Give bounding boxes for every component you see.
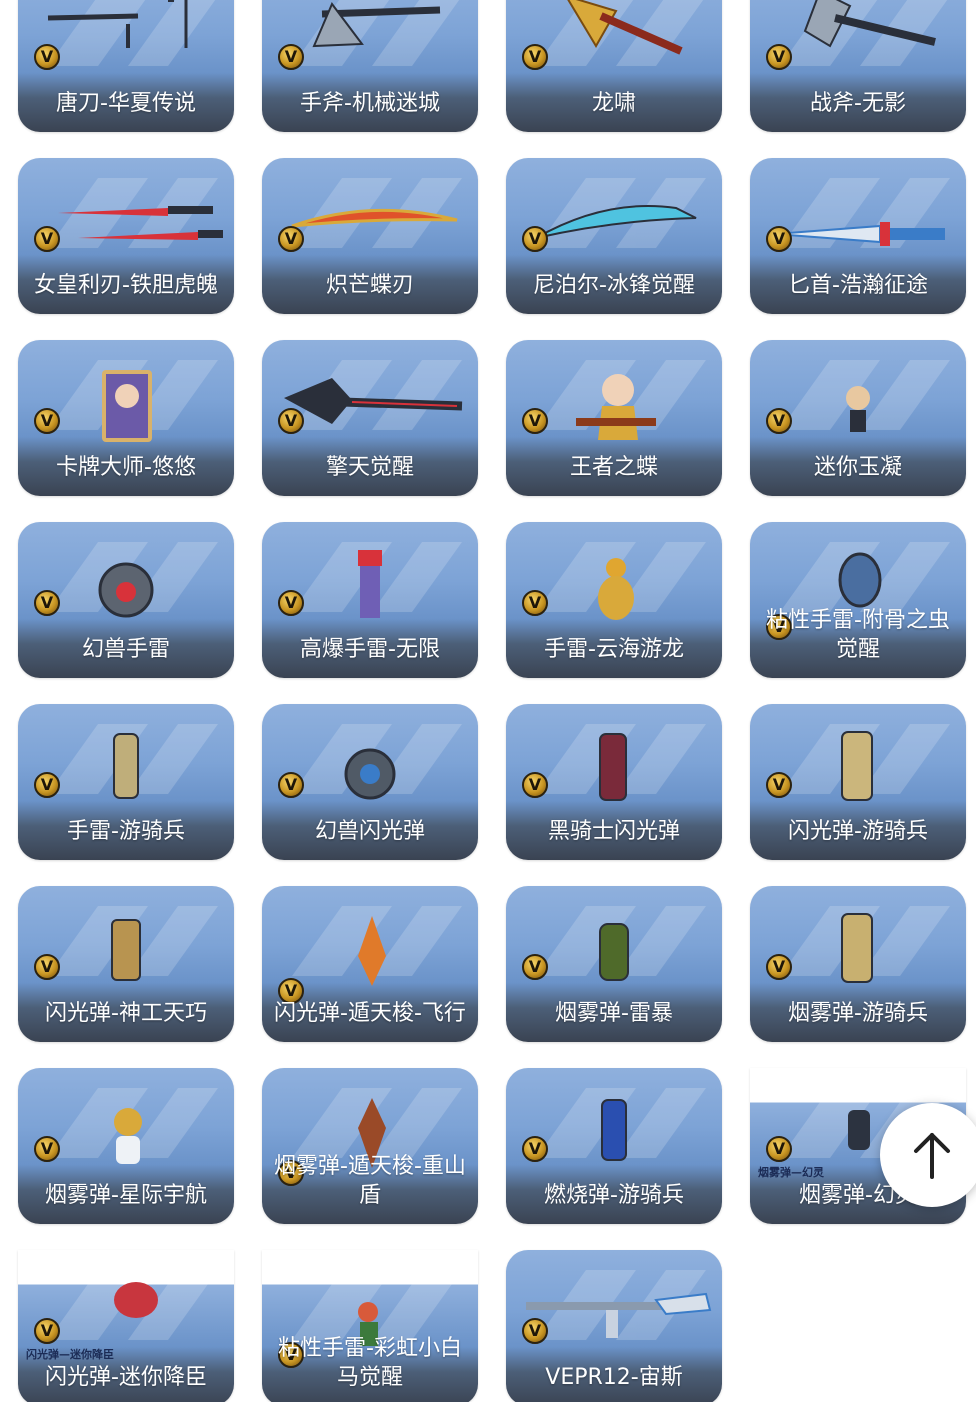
vip-badge-icon: V bbox=[34, 226, 60, 252]
item-label: 闪光弹-迷你降臣 bbox=[45, 1365, 207, 1390]
item-card[interactable]: V 幻兽手雷 bbox=[18, 522, 234, 678]
vip-badge-icon: V bbox=[278, 590, 304, 616]
vip-badge-icon: V bbox=[522, 44, 548, 70]
vip-badge-icon: V bbox=[34, 772, 60, 798]
vip-badge-icon: V bbox=[766, 1136, 792, 1162]
item-label: 闪光弹-游骑兵 bbox=[788, 819, 928, 844]
item-card[interactable]: V VEPR12-宙斯 bbox=[506, 1250, 722, 1402]
vip-badge-icon: V bbox=[34, 1136, 60, 1162]
item-card[interactable]: V 烟雾弹-雷暴 bbox=[506, 886, 722, 1042]
item-card[interactable]: V 闪光弹-遁天梭-飞行 bbox=[262, 886, 478, 1042]
item-card[interactable]: V 唐刀-华夏传说 bbox=[18, 0, 234, 132]
item-label: 烟雾弹-星际宇航 bbox=[45, 1183, 207, 1208]
item-card[interactable]: V 战斧-无影 bbox=[750, 0, 966, 132]
item-label: VEPR12-宙斯 bbox=[545, 1365, 683, 1390]
item-card[interactable]: V 闪光弹—迷你降臣闪光弹-迷你降臣 bbox=[18, 1250, 234, 1402]
vip-badge-icon: V bbox=[522, 954, 548, 980]
item-label: 烟雾弹-遁天梭-重山盾 bbox=[274, 1154, 466, 1208]
item-label: 燃烧弹-游骑兵 bbox=[544, 1183, 684, 1208]
item-label: 擎天觉醒 bbox=[325, 455, 414, 480]
item-card[interactable]: V 幻兽闪光弹 bbox=[262, 704, 478, 860]
tang-sword-icon bbox=[47, 0, 188, 48]
vip-badge-icon: V bbox=[522, 1318, 548, 1344]
item-label: 王者之蝶 bbox=[569, 455, 658, 480]
item-label: 手雷-游骑兵 bbox=[67, 819, 185, 844]
item-label: 烟雾弹-雷暴 bbox=[555, 1001, 673, 1026]
item-label: 战斧-无影 bbox=[810, 91, 906, 116]
item-label: 卡牌大师-悠悠 bbox=[56, 455, 196, 480]
item-label: 幻兽闪光弹 bbox=[314, 819, 425, 844]
item-label: 尼泊尔-冰锋觉醒 bbox=[533, 273, 695, 298]
item-label: 幻兽手雷 bbox=[81, 637, 170, 662]
vip-badge-icon: V bbox=[766, 44, 792, 70]
item-label: 粘性手雷-附骨之虫觉醒 bbox=[766, 608, 950, 662]
item-card[interactable]: V 匕首-浩瀚征途 bbox=[750, 158, 966, 314]
item-label: 闪光弹-神工天巧 bbox=[45, 1001, 207, 1026]
item-card[interactable]: V 女皇利刃-铁胆虎魄 bbox=[18, 158, 234, 314]
item-card[interactable]: V 手雷-云海游龙 bbox=[506, 522, 722, 678]
hand-axe-icon bbox=[312, 2, 441, 48]
battle-axe-icon bbox=[803, 0, 936, 48]
item-label: 黑骑士闪光弹 bbox=[547, 819, 680, 844]
item-card[interactable]: V 手雷-游骑兵 bbox=[18, 704, 234, 860]
item-card[interactable]: V 烟雾弹-游骑兵 bbox=[750, 886, 966, 1042]
item-label: 手雷-云海游龙 bbox=[544, 637, 684, 662]
item-card[interactable]: V 卡牌大师-悠悠 bbox=[18, 340, 234, 496]
item-label: 龙啸 bbox=[591, 91, 636, 116]
item-label: 手斧-机械迷城 bbox=[300, 91, 440, 116]
item-grid: V 唐刀-华夏传说 V 手斧-机械迷城 V 龙啸 V 战斧-无影 V 女皇利刃-铁胆虎魄 V 炽芒蝶刃… bbox=[18, 0, 966, 1402]
empty-cell bbox=[750, 1250, 966, 1402]
vip-badge-icon: V bbox=[278, 772, 304, 798]
vip-badge-icon: V bbox=[522, 1136, 548, 1162]
item-label: 匕首-浩瀚征途 bbox=[788, 273, 928, 298]
item-label: 迷你玉凝 bbox=[813, 455, 902, 480]
vip-badge-icon: V bbox=[766, 408, 792, 434]
item-card[interactable]: V 手斧-机械迷城 bbox=[262, 0, 478, 132]
vip-badge-icon: V bbox=[34, 590, 60, 616]
vip-badge-icon: V bbox=[34, 44, 60, 70]
item-inner-title: 闪光弹—迷你降臣 bbox=[26, 1348, 114, 1361]
vip-badge-icon: V bbox=[522, 590, 548, 616]
vip-badge-icon: V bbox=[278, 44, 304, 70]
item-card[interactable]: V 黑骑士闪光弹 bbox=[506, 704, 722, 860]
item-label: 女皇利刃-铁胆虎魄 bbox=[34, 273, 218, 298]
item-label: 闪光弹-遁天梭-飞行 bbox=[274, 1001, 466, 1026]
item-card[interactable]: V 闪光弹-神工天巧 bbox=[18, 886, 234, 1042]
vip-badge-icon: V bbox=[278, 226, 304, 252]
vip-badge-icon: V bbox=[522, 226, 548, 252]
item-card[interactable]: V 迷你玉凝 bbox=[750, 340, 966, 496]
item-label: 粘性手雷-彩虹小白马觉醒 bbox=[278, 1336, 462, 1390]
item-card[interactable]: V 龙啸 bbox=[506, 0, 722, 132]
item-label: 烟雾弹-游骑兵 bbox=[788, 1001, 928, 1026]
scroll-to-top-button[interactable] bbox=[880, 1103, 976, 1207]
item-label: 唐刀-华夏传说 bbox=[56, 91, 196, 116]
item-card[interactable]: V 炽芒蝶刃 bbox=[262, 158, 478, 314]
vip-badge-icon: V bbox=[522, 772, 548, 798]
item-card[interactable]: V 烟雾弹-遁天梭-重山盾 bbox=[262, 1068, 478, 1224]
arrow-up-icon bbox=[914, 1133, 950, 1179]
item-card[interactable]: V 烟雾弹-星际宇航 bbox=[18, 1068, 234, 1224]
item-card[interactable]: V 高爆手雷-无限 bbox=[262, 522, 478, 678]
vip-badge-icon: V bbox=[766, 226, 792, 252]
vip-badge-icon: V bbox=[766, 772, 792, 798]
item-gallery-page: V 唐刀-华夏传说 V 手斧-机械迷城 V 龙啸 V 战斧-无影 V 女皇利刃-铁胆虎魄 V 炽芒蝶刃… bbox=[0, 0, 976, 1402]
vip-badge-icon: V bbox=[766, 954, 792, 980]
vip-badge-icon: V bbox=[522, 408, 548, 434]
vip-badge-icon: V bbox=[34, 954, 60, 980]
vip-badge-icon: V bbox=[34, 1318, 60, 1344]
golden-axe-icon bbox=[567, 0, 683, 55]
item-label: 高爆手雷-无限 bbox=[300, 637, 440, 662]
item-card[interactable]: V 燃烧弹-游骑兵 bbox=[506, 1068, 722, 1224]
item-card[interactable]: V 尼泊尔-冰锋觉醒 bbox=[506, 158, 722, 314]
item-card[interactable]: V 王者之蝶 bbox=[506, 340, 722, 496]
item-label: 炽芒蝶刃 bbox=[325, 273, 414, 298]
item-inner-title: 烟雾弹—幻灵 bbox=[758, 1166, 824, 1179]
vip-badge-icon: V bbox=[34, 408, 60, 434]
item-card[interactable]: V 粘性手雷-彩虹小白马觉醒 bbox=[262, 1250, 478, 1402]
vip-badge-icon: V bbox=[278, 408, 304, 434]
item-card[interactable]: V 粘性手雷-附骨之虫觉醒 bbox=[750, 522, 966, 678]
item-card[interactable]: V 擎天觉醒 bbox=[262, 340, 478, 496]
item-card[interactable]: V 闪光弹-游骑兵 bbox=[750, 704, 966, 860]
